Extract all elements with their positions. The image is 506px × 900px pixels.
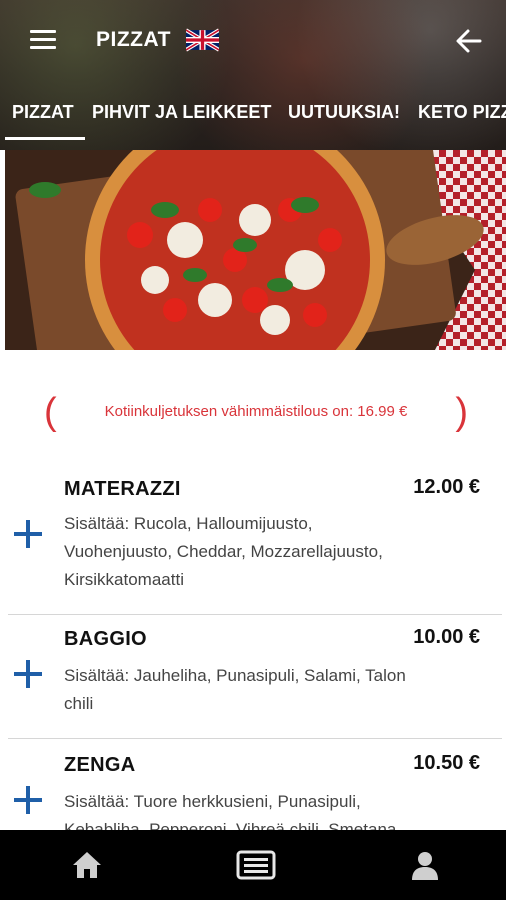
- tab-keto-pizz[interactable]: KETO PIZZ: [418, 102, 506, 123]
- home-icon[interactable]: [70, 848, 104, 882]
- page-title: PIZZAT: [96, 28, 171, 51]
- item-price: 12.00 €: [413, 476, 480, 498]
- bottom-navigation: [0, 830, 506, 900]
- paren-left-decoration: (: [44, 391, 57, 433]
- item-desc-line: Sisältää: Tuore herkkusieni, Punasipuli,: [64, 792, 361, 811]
- divider: [8, 614, 502, 615]
- add-item-icon[interactable]: [14, 520, 42, 548]
- item-desc-line: Sisältää: Jauheliha, Punasipuli, Salami,…: [64, 666, 406, 685]
- user-profile-icon[interactable]: [408, 848, 442, 882]
- hamburger-menu-icon[interactable]: [30, 30, 56, 50]
- pizza-hero-image: [5, 150, 506, 350]
- item-description: Sisältää: Rucola, Halloumijuusto, Vuohen…: [64, 510, 484, 594]
- add-item-icon[interactable]: [14, 786, 42, 814]
- item-desc-line: Vuohenjuusto, Cheddar, Mozzarellajuusto,: [64, 542, 383, 561]
- category-tabs: PIZZAT PIHVIT JA LEIKKEET UUTUUKSIA! KET…: [0, 92, 506, 140]
- tab-pihvit-ja-leikkeet[interactable]: PIHVIT JA LEIKKEET: [92, 102, 271, 123]
- uk-flag-icon[interactable]: [186, 28, 219, 52]
- active-tab-indicator: [5, 137, 85, 140]
- item-name: BAGGIO: [64, 628, 147, 650]
- min-order-notice: ( Kotiinkuljetuksen vähimmäistilous on: …: [44, 391, 468, 433]
- add-item-icon[interactable]: [14, 660, 42, 688]
- top-bar: PIZZAT: [0, 0, 506, 80]
- item-desc-line: Kirsikkatomaatti: [64, 570, 184, 589]
- item-price: 10.00 €: [413, 626, 480, 648]
- min-order-text: Kotiinkuljetuksen vähimmäistilous on: 16…: [104, 403, 408, 420]
- paren-right-decoration: ): [455, 391, 468, 433]
- item-name: ZENGA: [64, 754, 136, 776]
- divider: [8, 738, 502, 739]
- arrow-left-icon[interactable]: [454, 26, 484, 56]
- item-name: MATERAZZI: [64, 478, 181, 500]
- item-description: Sisältää: Jauheliha, Punasipuli, Salami,…: [64, 662, 484, 718]
- app-header: PIZZAT PIZZAT PIHVIT JA LEIKKEET UUTUUKS…: [0, 0, 506, 150]
- item-desc-line: chili: [64, 694, 94, 713]
- menu-list-icon[interactable]: [236, 848, 276, 882]
- item-price: 10.50 €: [413, 752, 480, 774]
- tab-uutuuksia[interactable]: UUTUUKSIA!: [288, 102, 400, 123]
- item-desc-line: Sisältää: Rucola, Halloumijuusto,: [64, 514, 313, 533]
- tab-pizzat[interactable]: PIZZAT: [12, 102, 74, 123]
